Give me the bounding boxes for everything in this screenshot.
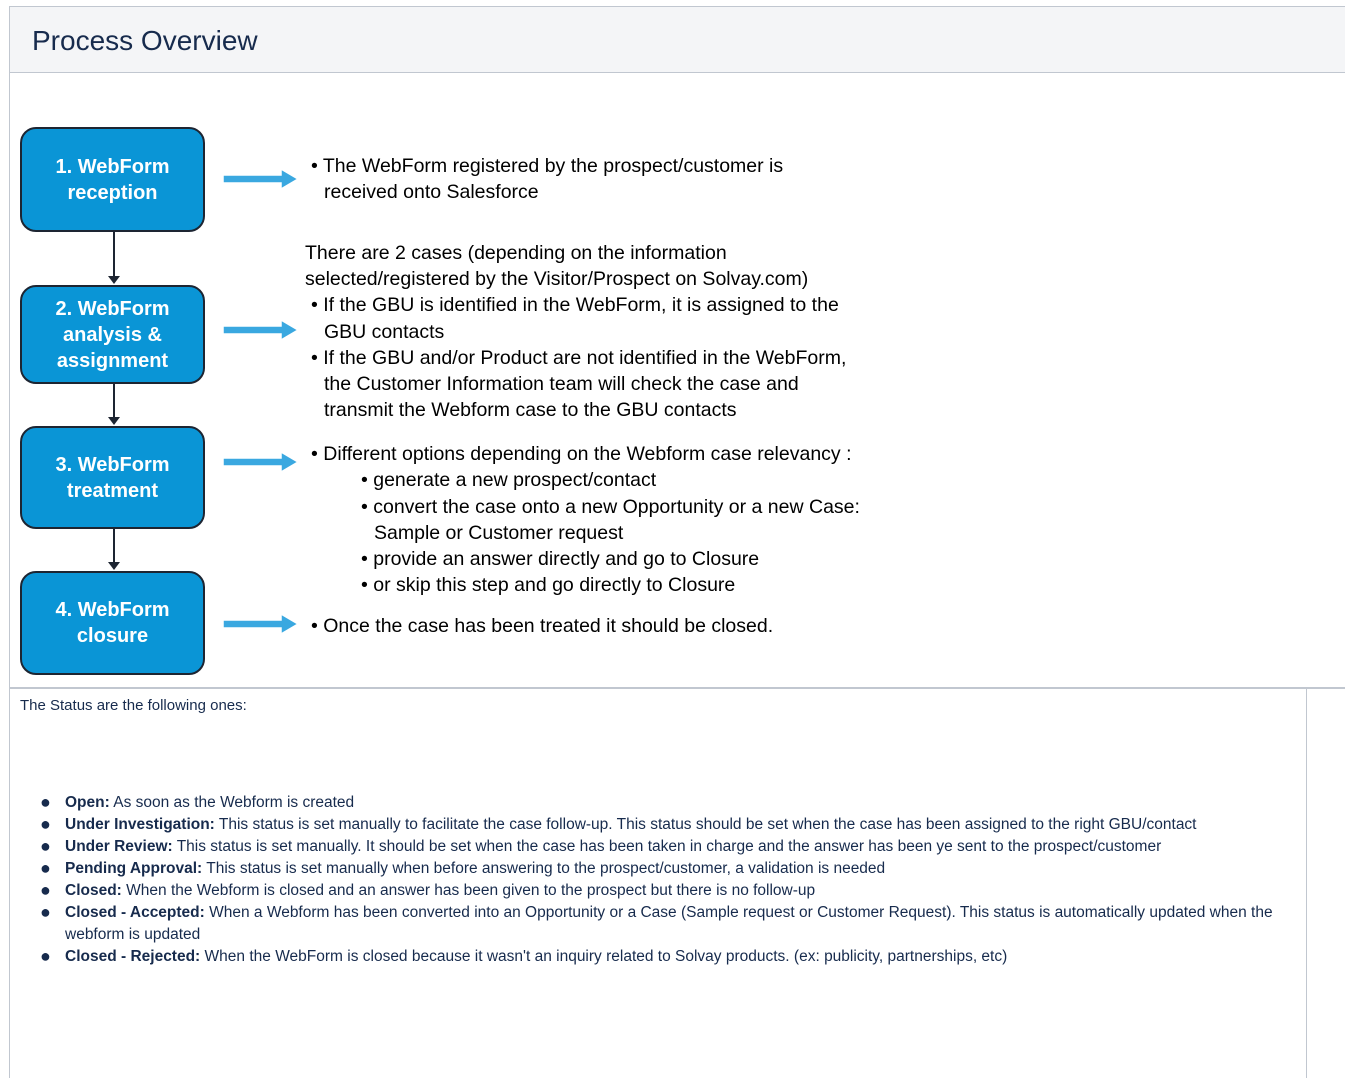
status-item: ● Closed - Accepted: When a Webform has b… bbox=[40, 902, 1305, 946]
status-desc: When a Webform has been converted into a… bbox=[65, 904, 1273, 943]
connector-line bbox=[113, 384, 115, 418]
step2-desc-line: the Customer Information team will check… bbox=[324, 373, 799, 395]
status-desc: When the Webform is closed and an answer… bbox=[121, 882, 816, 899]
step1-desc-line: • The WebForm registered by the prospect… bbox=[311, 155, 784, 177]
status-name: Open: bbox=[65, 794, 110, 811]
connector-line bbox=[113, 529, 115, 563]
step-box-analysis: 2. WebForm analysis & assignment bbox=[20, 285, 205, 384]
step-box-closure: 4. WebForm closure bbox=[20, 571, 205, 675]
status-intro: The Status are the following ones: bbox=[20, 697, 247, 714]
bullet-icon: ● bbox=[40, 792, 51, 812]
right-arrow-icon bbox=[223, 168, 299, 190]
down-arrow-icon bbox=[108, 276, 120, 284]
status-desc: This status is set manually to facilitat… bbox=[214, 816, 1197, 833]
right-arrow-icon bbox=[223, 319, 299, 341]
status-item: ● Open: As soon as the Webform is created bbox=[40, 792, 1305, 814]
down-arrow-icon bbox=[108, 562, 120, 570]
bullet-icon: ● bbox=[40, 946, 51, 966]
status-desc: This status is set manually when before … bbox=[202, 860, 886, 877]
status-desc: As soon as the Webform is created bbox=[109, 794, 355, 811]
status-name: Under Review: bbox=[65, 838, 173, 855]
section-header: Process Overview bbox=[9, 6, 1345, 73]
step3-desc-line: Sample or Customer request bbox=[374, 522, 624, 544]
status-name: Under Investigation: bbox=[65, 816, 215, 833]
bullet-icon: ● bbox=[40, 836, 51, 856]
bullet-icon: ● bbox=[40, 858, 51, 878]
step2-desc-line: GBU contacts bbox=[324, 321, 445, 343]
step3-desc-line: • generate a new prospect/contact bbox=[361, 469, 657, 491]
step-box-treatment: 3. WebForm treatment bbox=[20, 426, 205, 529]
connector-line bbox=[113, 232, 115, 277]
step-box-reception: 1. WebForm reception bbox=[20, 127, 205, 232]
down-arrow-icon bbox=[108, 417, 120, 425]
status-item: ● Pending Approval: This status is set ma… bbox=[40, 858, 1305, 880]
step4-desc-line: • Once the case has been treated it shou… bbox=[311, 615, 774, 637]
status-list: ● Open: As soon as the Webform is created… bbox=[35, 792, 1305, 968]
status-item: ● Closed: When the Webform is closed and … bbox=[40, 880, 1305, 902]
bullet-icon: ● bbox=[40, 814, 51, 834]
status-section: The Status are the following ones: ● Open… bbox=[9, 689, 1307, 1078]
step2-desc-line: There are 2 cases (depending on the info… bbox=[305, 242, 727, 264]
status-item: ● Closed - Rejected: When the WebForm is … bbox=[40, 946, 1305, 968]
step3-desc-line: • provide an answer directly and go to C… bbox=[361, 548, 760, 570]
status-name: Closed - Rejected: bbox=[65, 948, 201, 965]
page-title: Process Overview bbox=[32, 25, 258, 56]
bullet-icon: ● bbox=[40, 880, 51, 900]
status-desc: When the WebForm is closed because it wa… bbox=[200, 948, 1008, 965]
step2-desc-line: transmit the Webform case to the GBU con… bbox=[324, 399, 737, 421]
right-arrow-icon bbox=[223, 451, 299, 473]
step3-desc-line: • convert the case onto a new Opportunit… bbox=[361, 496, 860, 518]
process-diagram: 1. WebForm reception 2. WebForm analysis… bbox=[9, 73, 1345, 689]
bullet-icon: ● bbox=[40, 902, 51, 922]
status-item: ● Under Review: This status is set manual… bbox=[40, 836, 1305, 858]
step1-desc-line: received onto Salesforce bbox=[324, 181, 539, 203]
status-name: Closed: bbox=[65, 882, 122, 899]
step3-desc-line: • or skip this step and go directly to C… bbox=[361, 574, 736, 596]
step2-desc-line: • If the GBU and/or Product are not iden… bbox=[311, 347, 847, 369]
step2-desc-line: • If the GBU is identified in the WebFor… bbox=[311, 294, 839, 316]
step2-desc-line: selected/registered by the Visitor/Prosp… bbox=[305, 268, 809, 290]
status-name: Closed - Accepted: bbox=[65, 904, 205, 921]
right-arrow-icon bbox=[223, 613, 299, 635]
step3-desc-line: • Different options depending on the Web… bbox=[311, 443, 852, 465]
status-item: ● Under Investigation: This status is set… bbox=[40, 814, 1305, 836]
status-desc: This status is set manually. It should b… bbox=[172, 838, 1162, 855]
status-name: Pending Approval: bbox=[65, 860, 203, 877]
